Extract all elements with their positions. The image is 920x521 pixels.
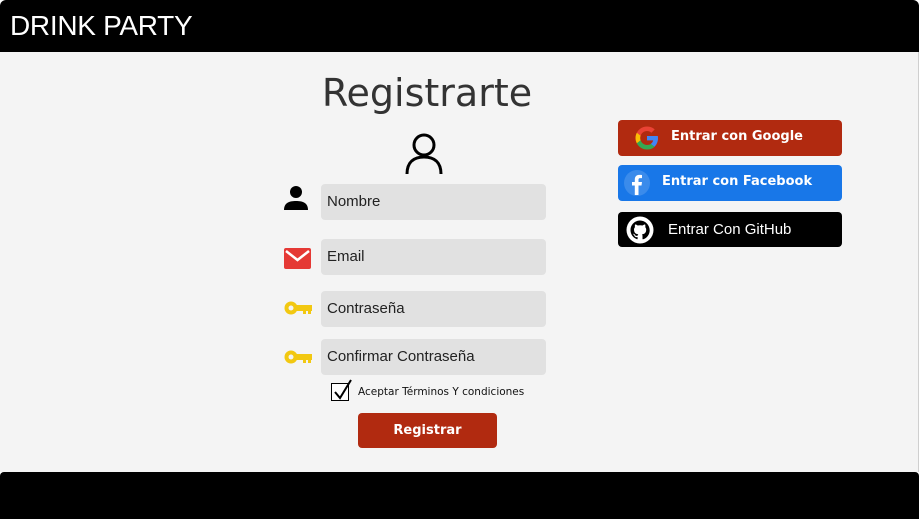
mail-icon bbox=[284, 248, 311, 269]
key-icon bbox=[284, 301, 312, 315]
page-title: Registrarte bbox=[321, 71, 533, 115]
confirm-password-field[interactable] bbox=[321, 339, 546, 375]
password-field[interactable] bbox=[321, 291, 546, 327]
github-icon bbox=[626, 216, 654, 244]
name-field[interactable] bbox=[321, 184, 546, 220]
facebook-login-button[interactable]: Entrar con Facebook bbox=[618, 165, 842, 201]
github-login-button[interactable]: Entrar Con GitHub bbox=[618, 212, 842, 247]
facebook-login-label: Entrar con Facebook bbox=[662, 174, 813, 189]
facebook-icon bbox=[624, 170, 650, 196]
terms-label: Aceptar Términos Y condiciones bbox=[358, 386, 525, 398]
confirm-key-icon bbox=[284, 350, 312, 364]
github-login-label: Entrar Con GitHub bbox=[668, 221, 792, 238]
google-login-button[interactable]: Entrar con Google bbox=[618, 120, 842, 156]
user-avatar-icon bbox=[405, 133, 443, 175]
email-field[interactable] bbox=[321, 239, 546, 275]
footer-bar bbox=[0, 472, 919, 519]
top-bar: DRINK PARTY bbox=[0, 0, 919, 52]
brand-title[interactable]: DRINK PARTY bbox=[10, 9, 193, 43]
checkmark-icon bbox=[334, 379, 352, 400]
person-icon bbox=[284, 186, 308, 210]
google-login-label: Entrar con Google bbox=[671, 129, 803, 144]
terms-checkbox[interactable] bbox=[331, 379, 352, 401]
google-icon bbox=[635, 126, 658, 150]
register-button[interactable]: Registrar bbox=[358, 413, 497, 448]
